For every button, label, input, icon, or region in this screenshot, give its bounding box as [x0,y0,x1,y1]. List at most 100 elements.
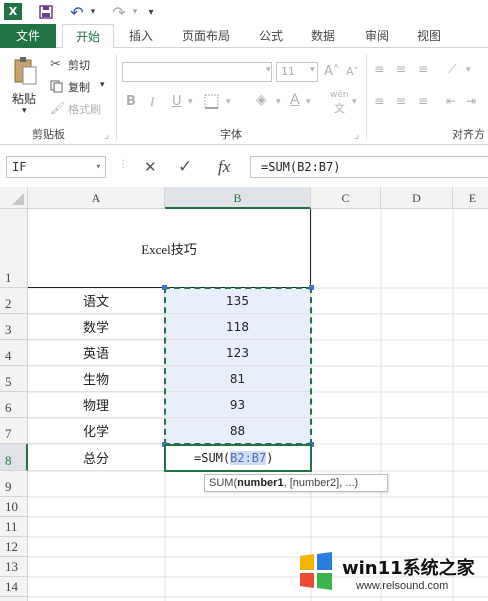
watermark-brand: win11系统之家 [342,558,475,579]
copy-icon[interactable] [50,78,66,94]
row-header-5[interactable]: 5 [0,366,28,392]
tab-review[interactable]: 审阅 [356,24,398,48]
active-cell-suffix: ) [266,451,274,465]
name-box-dropdown-icon[interactable]: ▾ [96,157,101,177]
title-cell[interactable]: Excel技巧 [28,209,311,288]
tab-page-layout[interactable]: 页面布局 [172,24,240,48]
paste-button[interactable]: 粘贴 [12,90,36,107]
tooltip-rest: , [number2], ...) [283,477,359,489]
column-header-c[interactable]: C [311,187,381,209]
font-name-dropdown-icon[interactable]: ▾ [266,65,271,75]
row-header-10[interactable]: 10 [0,497,28,517]
align-right-icon[interactable]: ≡ [418,94,428,108]
increase-font-icon[interactable]: A˄ [324,64,339,79]
row-header-7[interactable]: 7 [0,418,28,444]
font-color-dropdown-icon[interactable]: ▾ [306,97,311,107]
increase-indent-icon[interactable]: ⇥ [466,94,476,108]
insert-function-icon[interactable]: fx [218,156,230,178]
range-handle[interactable] [162,285,167,290]
paste-dropdown-icon[interactable]: ▾ [22,106,27,116]
cut-icon[interactable]: ✂ [50,56,66,72]
format-painter-icon[interactable]: 🖌 [50,100,66,116]
function-arguments-tooltip: SUM(number1, [number2], ...) [204,474,388,492]
tooltip-function[interactable]: SUM( [209,477,237,489]
subject-cell[interactable]: 化学 [28,418,165,444]
redo-dropdown-icon[interactable]: ▾ [130,3,140,21]
row-header-8[interactable]: 8 [0,444,28,471]
font-launcher-icon[interactable]: ⌟ [354,128,359,141]
bold-button[interactable]: B [126,94,136,109]
customize-qat-icon[interactable]: ▾ [144,3,158,21]
subject-cell[interactable]: 物理 [28,392,165,418]
subject-cell[interactable]: 数学 [28,314,165,340]
subject-cell[interactable]: 语文 [28,288,165,314]
tab-file[interactable]: 文件 [0,24,56,48]
fill-color-dropdown-icon[interactable]: ▾ [276,97,281,107]
total-label-cell[interactable]: 总分 [28,444,165,471]
borders-dropdown-icon[interactable]: ▾ [226,97,231,107]
fill-color-icon[interactable]: ◈ [256,92,267,108]
phonetic-icon[interactable]: wén [330,90,349,100]
copy-dropdown-icon[interactable]: ▾ [100,80,105,90]
underline-button[interactable]: U [172,94,182,109]
cut-button[interactable]: 剪切 [68,57,90,73]
align-top-icon[interactable]: ≡ [374,62,384,76]
row-header-13[interactable]: 13 [0,557,28,577]
row-header-2[interactable]: 2 [0,288,28,314]
font-size-dropdown-icon[interactable]: ▾ [310,65,315,75]
copy-button[interactable]: 复制 [68,79,90,95]
font-name-select[interactable] [122,62,272,82]
tab-formulas[interactable]: 公式 [250,24,292,48]
row-header-1[interactable]: 1 [0,209,28,288]
select-all-corner[interactable] [0,187,28,209]
clipboard-launcher-icon[interactable]: ⌟ [104,128,109,141]
orientation-icon[interactable]: ⟋ [448,62,456,77]
align-middle-icon[interactable]: ≡ [396,62,406,76]
redo-icon[interactable]: ↷ [108,3,130,22]
formula-bar: IF ▾ ⋮ ✕ ✓ fx =SUM(B2:B7) [0,145,488,187]
italic-button[interactable]: I [150,94,154,110]
align-center-icon[interactable]: ≡ [396,94,406,108]
align-left-icon[interactable]: ≡ [374,94,384,108]
format-painter-button[interactable]: 格式刷 [68,101,101,117]
subject-cell[interactable]: 生物 [28,366,165,392]
font-color-icon[interactable]: A [290,92,300,108]
row-header-3[interactable]: 3 [0,314,28,340]
orientation-dropdown-icon[interactable]: ▾ [466,65,471,75]
name-box[interactable]: IF ▾ [6,156,106,178]
phonetic-dropdown-icon[interactable]: ▾ [352,97,357,107]
range-handle[interactable] [309,285,314,290]
decrease-font-icon[interactable]: A˅ [346,65,359,78]
row-header-12[interactable]: 12 [0,537,28,557]
align-bottom-icon[interactable]: ≡ [418,62,428,76]
column-header-d[interactable]: D [381,187,453,209]
paste-icon[interactable] [12,56,40,86]
column-header-a[interactable]: A [28,187,165,209]
subject-cell[interactable]: 英语 [28,340,165,366]
tab-view[interactable]: 视图 [408,24,450,48]
row-header-15[interactable]: 15 [0,597,28,601]
divider [366,54,367,140]
column-header-b[interactable]: B [165,187,311,209]
formula-input[interactable]: =SUM(B2:B7) [250,156,488,178]
borders-icon[interactable] [204,92,222,110]
enter-icon[interactable]: ✓ [178,156,192,178]
row-header-9[interactable]: 9 [0,471,28,497]
tab-insert[interactable]: 插入 [118,24,164,48]
tab-home[interactable]: 开始 [62,24,114,49]
column-header-e[interactable]: E [453,187,488,209]
row-header-6[interactable]: 6 [0,392,28,418]
row-header-14[interactable]: 14 [0,577,28,597]
row-header-11[interactable]: 11 [0,517,28,537]
underline-dropdown-icon[interactable]: ▾ [188,97,193,107]
phonetic-char-icon: 文 [334,102,345,115]
tab-data[interactable]: 数据 [302,24,344,48]
decrease-indent-icon[interactable]: ⇤ [446,94,456,108]
cancel-icon[interactable]: ✕ [144,156,157,178]
row-header-4[interactable]: 4 [0,340,28,366]
save-icon[interactable] [36,3,56,21]
undo-dropdown-icon[interactable]: ▾ [88,3,98,21]
undo-icon[interactable]: ↶ [66,3,88,22]
active-cell-editor[interactable]: =SUM(B2:B7) [164,444,312,472]
ribbon-tabs: 文件 开始 插入 页面布局 公式 数据 审阅 视图 [0,24,488,49]
